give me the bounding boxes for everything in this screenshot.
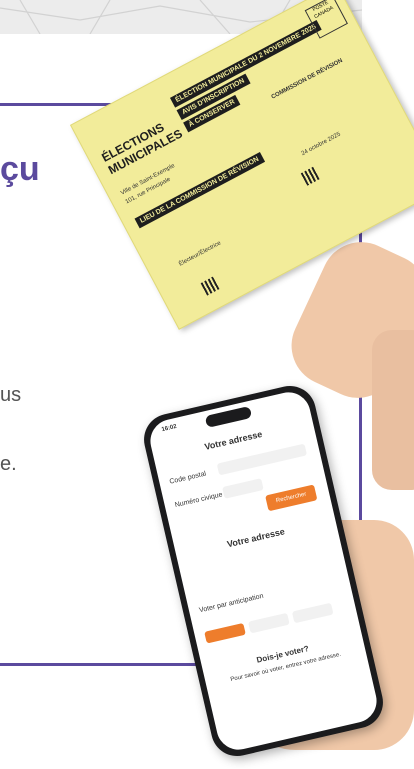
body-text-line-2: e. [0, 453, 17, 475]
hand-sleeve [372, 330, 414, 490]
body-text-line-1: us [0, 384, 22, 406]
advance-vote-label: Voter par anticipation [198, 592, 265, 615]
page-heading: çu [0, 150, 40, 188]
civic-number-input[interactable] [222, 478, 264, 499]
card-qr-code [300, 166, 320, 186]
option-tab-selected[interactable] [204, 622, 246, 644]
phone-notch [204, 406, 252, 429]
card-commission: COMMISSION DE RÉVISION [270, 57, 344, 101]
address-title-2: Votre adresse [226, 526, 286, 550]
postal-code-input[interactable] [216, 443, 308, 476]
option-tab-2[interactable] [248, 612, 290, 634]
card-dates: 24 octobre 2025 [300, 131, 342, 158]
card-qr-code-2 [200, 276, 220, 296]
option-tab-3[interactable] [291, 602, 334, 624]
status-time: 16:02 [161, 423, 178, 434]
civic-number-label: Numéro civique [174, 491, 224, 510]
postal-code-label: Code postal [168, 470, 207, 486]
search-button[interactable]: Rechercher [265, 484, 318, 512]
card-resident: Électeur/Électrice [178, 240, 223, 268]
